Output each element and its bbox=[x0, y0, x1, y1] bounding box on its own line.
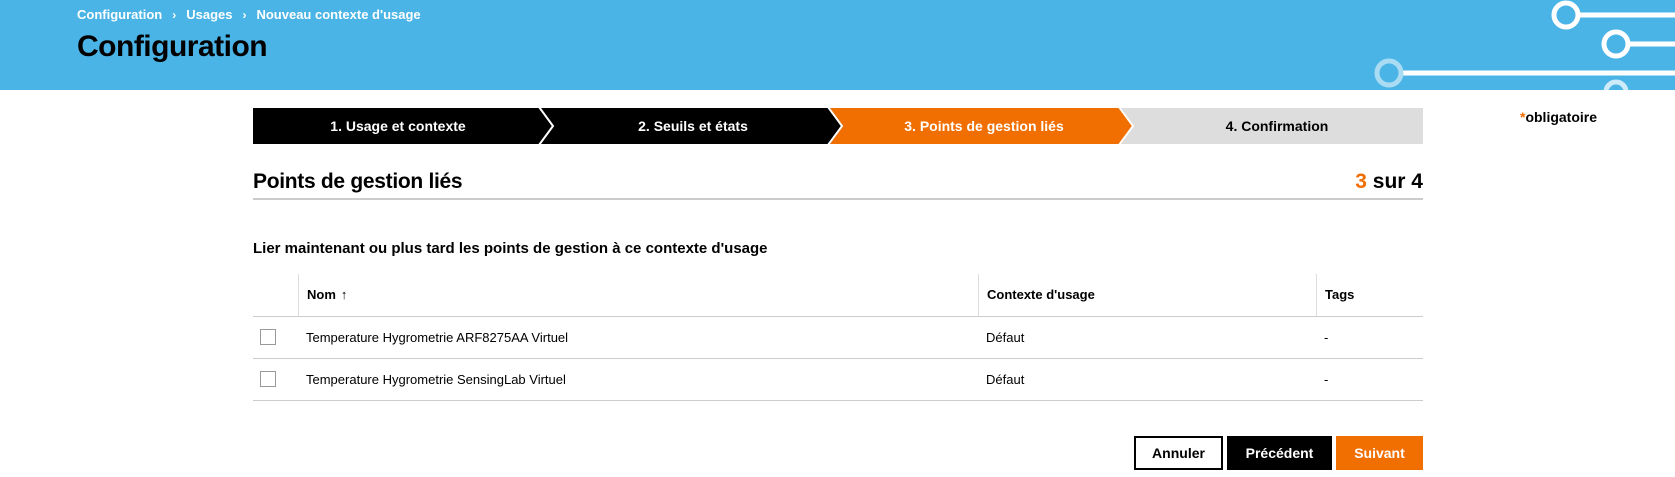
step-2[interactable]: 2. Seuils et états bbox=[549, 108, 837, 144]
management-points-table: Nom ↑ Contexte d'usage Tags Temperature H… bbox=[253, 274, 1423, 401]
step-total: sur 4 bbox=[1372, 170, 1423, 193]
step-3: 3. Points de gestion liés bbox=[904, 118, 1064, 134]
table-header: Nom ↑ Contexte d'usage Tags bbox=[253, 274, 1423, 317]
row-tags: - bbox=[1324, 330, 1329, 345]
row-context: Défaut bbox=[986, 372, 1025, 387]
table-row[interactable]: Temperature Hygrometrie SensingLab Virtu… bbox=[253, 359, 1423, 401]
sort-ascending-icon[interactable]: ↑ bbox=[341, 287, 348, 302]
next-button[interactable]: Suivant bbox=[1336, 436, 1423, 470]
row-tags: - bbox=[1324, 372, 1329, 387]
circuit-decoration-icon bbox=[1374, 0, 1675, 90]
step-4: 4. Confirmation bbox=[1225, 118, 1329, 134]
breadcrumb: Configuration › Usages › Nouveau context… bbox=[77, 7, 421, 22]
row-name: Temperature Hygrometrie SensingLab Virtu… bbox=[306, 372, 566, 387]
page-header: Configuration › Usages › Nouveau context… bbox=[0, 0, 1675, 90]
column-header-name[interactable]: Nom ↑ bbox=[298, 274, 978, 316]
row-context: Défaut bbox=[986, 330, 1025, 345]
required-label: obligatoire bbox=[1525, 109, 1598, 125]
chevron-right-icon: › bbox=[242, 7, 247, 22]
column-header-tags[interactable]: Tags bbox=[1316, 274, 1423, 316]
step-current: 3 bbox=[1355, 170, 1367, 193]
table-row[interactable]: Temperature Hygrometrie ARF8275AA Virtue… bbox=[253, 317, 1423, 359]
breadcrumb-current: Nouveau contexte d'usage bbox=[256, 7, 421, 22]
column-name-label: Nom bbox=[307, 287, 336, 302]
column-header-context[interactable]: Contexte d'usage bbox=[978, 274, 1316, 316]
section-divider bbox=[253, 198, 1423, 200]
previous-button[interactable]: Précédent bbox=[1227, 436, 1332, 470]
row-name: Temperature Hygrometrie ARF8275AA Virtue… bbox=[306, 330, 569, 345]
page-title: Configuration bbox=[77, 30, 268, 63]
step-1[interactable]: 1. Usage et contexte bbox=[253, 108, 543, 144]
row-checkbox[interactable] bbox=[260, 371, 276, 387]
instruction-text: Lier maintenant ou plus tard les points … bbox=[253, 240, 768, 257]
cancel-button[interactable]: Annuler bbox=[1134, 436, 1223, 470]
breadcrumb-configuration[interactable]: Configuration bbox=[77, 7, 162, 22]
stepper: 1. Usage et contexte 2. Seuils et états … bbox=[253, 108, 1423, 144]
row-checkbox[interactable] bbox=[260, 329, 276, 345]
chevron-right-icon: › bbox=[172, 7, 177, 22]
breadcrumb-usages[interactable]: Usages bbox=[186, 7, 232, 22]
step-counter: 3 sur 4 bbox=[1355, 170, 1423, 194]
section-title: Points de gestion liés bbox=[253, 170, 463, 193]
required-note: *obligatoire bbox=[1520, 109, 1597, 125]
